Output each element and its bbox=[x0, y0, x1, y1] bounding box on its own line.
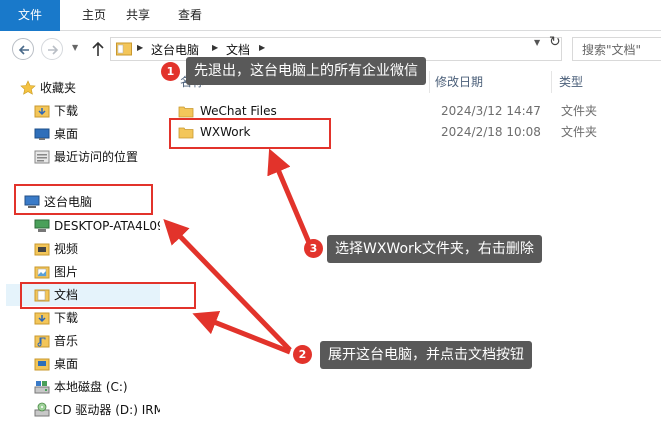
breadcrumb-this-pc[interactable]: 这台电脑 bbox=[151, 42, 199, 58]
nav-downloads[interactable]: 下载 bbox=[34, 307, 154, 329]
nav-label: 收藏夹 bbox=[40, 81, 77, 95]
tab-share[interactable]: 共享 bbox=[118, 4, 158, 26]
network-computer-icon bbox=[34, 219, 50, 232]
desktop-icon bbox=[34, 128, 50, 140]
nav-label: 图片 bbox=[54, 265, 79, 279]
column-divider[interactable] bbox=[429, 71, 430, 93]
search-input[interactable]: 搜索"文档" bbox=[572, 37, 661, 61]
up-button[interactable] bbox=[90, 40, 106, 58]
step-tooltip-2: 展开这台电脑，并点击文档按钮 bbox=[320, 341, 532, 369]
nav-videos[interactable]: 视频 bbox=[34, 238, 154, 260]
picture-folder-icon bbox=[34, 266, 50, 279]
refresh-icon[interactable]: ↻ bbox=[549, 34, 561, 50]
column-header-type[interactable]: 类型 bbox=[559, 71, 583, 93]
step-tooltip-3: 选择WXWork文件夹，右击删除 bbox=[327, 235, 542, 263]
nav-label: 音乐 bbox=[54, 334, 79, 348]
cd-drive-icon bbox=[34, 402, 50, 417]
file-date: 2024/2/18 10:08 bbox=[441, 125, 541, 139]
nav-desktop[interactable]: 桌面 bbox=[34, 353, 154, 375]
nav-desktop-fav[interactable]: 桌面 bbox=[34, 123, 154, 145]
download-folder-icon bbox=[34, 105, 50, 118]
address-dropdown-icon[interactable]: ▼ bbox=[534, 38, 540, 47]
nav-recent-places[interactable]: 最近访问的位置 bbox=[34, 146, 160, 168]
step-badge-2: 2 bbox=[293, 345, 312, 364]
drive-icon bbox=[34, 381, 50, 394]
step-tooltip-1: 先退出，这台电脑上的所有企业微信 bbox=[186, 57, 426, 85]
nav-label: 最近访问的位置 bbox=[54, 150, 139, 164]
tab-file[interactable]: 文件 bbox=[0, 0, 60, 31]
music-folder-icon bbox=[34, 335, 50, 348]
highlight-this-pc bbox=[14, 184, 153, 215]
search-placeholder: 搜索"文档" bbox=[582, 43, 642, 57]
breadcrumb-separator-icon: ▶ bbox=[137, 43, 144, 52]
forward-button[interactable] bbox=[41, 38, 63, 60]
star-icon bbox=[20, 80, 36, 95]
breadcrumb-separator-icon: ▶ bbox=[259, 43, 266, 52]
column-header-date[interactable]: 修改日期 bbox=[435, 71, 483, 93]
breadcrumb-documents[interactable]: 文档 bbox=[226, 42, 250, 58]
arrow-right-icon bbox=[48, 45, 59, 55]
highlight-wxwork bbox=[169, 118, 331, 149]
nav-cd-drive-d[interactable]: CD 驱动器 (D:) IRM bbox=[34, 399, 160, 421]
file-date: 2024/3/12 14:47 bbox=[441, 104, 541, 118]
nav-network-computer[interactable]: DESKTOP-ATA4L09 bbox=[34, 215, 160, 237]
back-button[interactable] bbox=[12, 38, 34, 60]
file-type: 文件夹 bbox=[561, 125, 598, 139]
ribbon-tabs: 文件 主页 共享 查看 bbox=[0, 0, 661, 31]
nav-label: DESKTOP-ATA4L09 bbox=[54, 219, 160, 233]
arrow-left-icon bbox=[18, 45, 29, 55]
video-folder-icon bbox=[34, 243, 50, 256]
step-badge-3: 3 bbox=[304, 239, 323, 258]
nav-music[interactable]: 音乐 bbox=[34, 330, 154, 352]
nav-local-disk-c[interactable]: 本地磁盘 (C:) bbox=[34, 376, 160, 398]
folder-icon bbox=[178, 106, 194, 118]
step-badge-1: 1 bbox=[161, 62, 180, 81]
desktop-folder-icon bbox=[34, 358, 50, 371]
folder-icon bbox=[116, 42, 132, 56]
tab-home[interactable]: 主页 bbox=[74, 4, 114, 26]
nav-label: 桌面 bbox=[54, 127, 79, 141]
nav-label: 下载 bbox=[54, 104, 79, 118]
nav-label: 桌面 bbox=[54, 357, 79, 371]
nav-label: 本地磁盘 (C:) bbox=[54, 380, 128, 394]
recent-places-icon bbox=[34, 150, 50, 164]
highlight-documents bbox=[20, 282, 196, 309]
nav-favorites[interactable]: 收藏夹 bbox=[20, 77, 150, 99]
nav-label: 下载 bbox=[54, 311, 79, 325]
column-divider[interactable] bbox=[551, 71, 552, 93]
arrow-up-icon bbox=[92, 41, 104, 56]
file-type: 文件夹 bbox=[561, 104, 598, 118]
navigation-pane: 收藏夹 下载 桌面 最近访问的位置 这台电脑 DESKTOP-ATA4L09 视… bbox=[0, 65, 160, 428]
nav-pictures[interactable]: 图片 bbox=[34, 261, 154, 283]
breadcrumb-separator-icon: ▶ bbox=[212, 43, 219, 52]
tab-view[interactable]: 查看 bbox=[170, 4, 210, 26]
nav-downloads-fav[interactable]: 下载 bbox=[34, 100, 154, 122]
nav-label: 视频 bbox=[54, 242, 79, 256]
nav-label: CD 驱动器 (D:) IRM bbox=[54, 403, 160, 417]
history-dropdown-icon[interactable]: ▼ bbox=[72, 43, 78, 52]
download-folder-icon bbox=[34, 312, 50, 325]
